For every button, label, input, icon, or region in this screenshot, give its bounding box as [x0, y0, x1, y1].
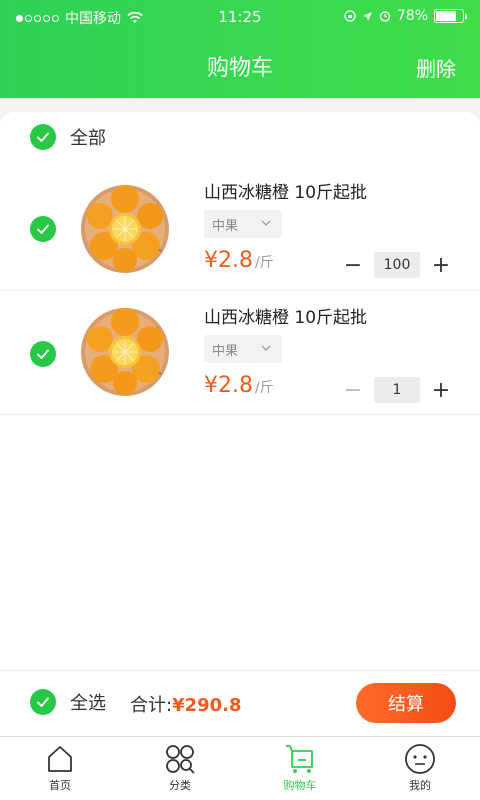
price-unit: /斤 — [254, 380, 274, 396]
all-label: 全部 — [70, 128, 106, 149]
quantity-stepper: − 100 + — [342, 252, 452, 278]
spec-select[interactable]: 中果 — [204, 210, 282, 238]
cart-icon — [286, 745, 313, 773]
chevron-down-icon — [261, 220, 271, 226]
quantity-field[interactable]: 1 — [374, 377, 420, 403]
item-checkbox[interactable] — [30, 216, 56, 242]
select-all-checkbox[interactable] — [30, 124, 56, 150]
item-checkbox[interactable] — [30, 341, 56, 367]
category-icon — [166, 745, 195, 774]
select-all-row: 全部 — [30, 124, 106, 150]
product-name[interactable]: 山西冰糖橙 10斤起批 — [204, 303, 367, 328]
decrease-button[interactable]: − — [342, 252, 364, 278]
product-price: ¥2.8/斤 — [204, 373, 274, 398]
battery-percent: 78% — [396, 8, 428, 24]
tab-label: 分类 — [169, 779, 191, 792]
home-icon — [48, 746, 72, 772]
tab-label: 购物车 — [283, 779, 317, 792]
status-bar: 中国移动 11:25 78% — [0, 0, 480, 34]
chevron-down-icon — [261, 345, 271, 351]
tab-cart[interactable]: 购物车 — [240, 737, 360, 800]
spec-select[interactable]: 中果 — [204, 335, 282, 363]
cart-item: 山西冰糖橙 10斤起批 中果 ¥2.8/斤 − 100 + — [0, 164, 480, 289]
alarm-icon — [379, 11, 391, 22]
select-all-label: 全选 — [70, 693, 106, 714]
product-image[interactable] — [80, 307, 170, 397]
spec-label: 中果 — [212, 218, 239, 234]
decrease-button[interactable]: − — [342, 377, 364, 403]
product-image[interactable] — [80, 184, 170, 274]
tab-label: 首页 — [49, 779, 71, 792]
select-all-toggle[interactable]: 全选 — [30, 689, 106, 715]
status-right: 78% — [344, 8, 467, 24]
price-unit: /斤 — [254, 255, 274, 271]
header: 中国移动 11:25 78% 购物车 删除 — [0, 0, 480, 98]
battery-icon — [434, 9, 467, 23]
check-icon — [37, 349, 49, 359]
check-icon — [37, 697, 49, 707]
location-icon — [362, 11, 372, 21]
spec-label: 中果 — [212, 343, 239, 359]
tab-label: 我的 — [409, 779, 431, 792]
increase-button[interactable]: + — [430, 377, 452, 403]
page-title: 购物车 — [206, 56, 273, 81]
total: 合计:¥290.8 — [130, 691, 242, 717]
price-value: ¥2.8 — [204, 373, 253, 398]
quantity-stepper: − 1 + — [342, 377, 452, 403]
product-price: ¥2.8/斤 — [204, 248, 274, 273]
increase-button[interactable]: + — [430, 252, 452, 278]
tab-category[interactable]: 分类 — [120, 737, 240, 800]
cart-list: 全部 山西冰糖橙 10斤起批 中果 ¥2.8 /斤 − 100 + 山西冰糖橙 … — [0, 112, 480, 670]
check-icon — [37, 224, 49, 234]
total-value: ¥290.8 — [172, 695, 242, 716]
tab-bar: 首页 分类 购物车 我的 — [0, 736, 480, 800]
profile-icon — [405, 744, 435, 774]
check-icon — [37, 132, 49, 142]
checkout-bar: 全选 合计:¥290.8 结算 — [0, 670, 480, 736]
rotation-lock-icon — [344, 10, 356, 22]
select-all-checkbox[interactable] — [30, 689, 56, 715]
tab-profile[interactable]: 我的 — [360, 737, 480, 800]
tab-home[interactable]: 首页 — [0, 737, 120, 800]
delete-button[interactable]: 删除 — [416, 53, 456, 82]
product-name[interactable]: 山西冰糖橙 10斤起批 — [204, 178, 367, 203]
total-label: 合计: — [130, 695, 173, 716]
quantity-field[interactable]: 100 — [374, 252, 420, 278]
checkout-button[interactable]: 结算 — [356, 683, 456, 723]
price-value: ¥2.8 — [204, 248, 253, 273]
cart-item: 山西冰糖橙 10斤起批 中果 ¥2.8/斤 − 1 + — [0, 290, 480, 415]
